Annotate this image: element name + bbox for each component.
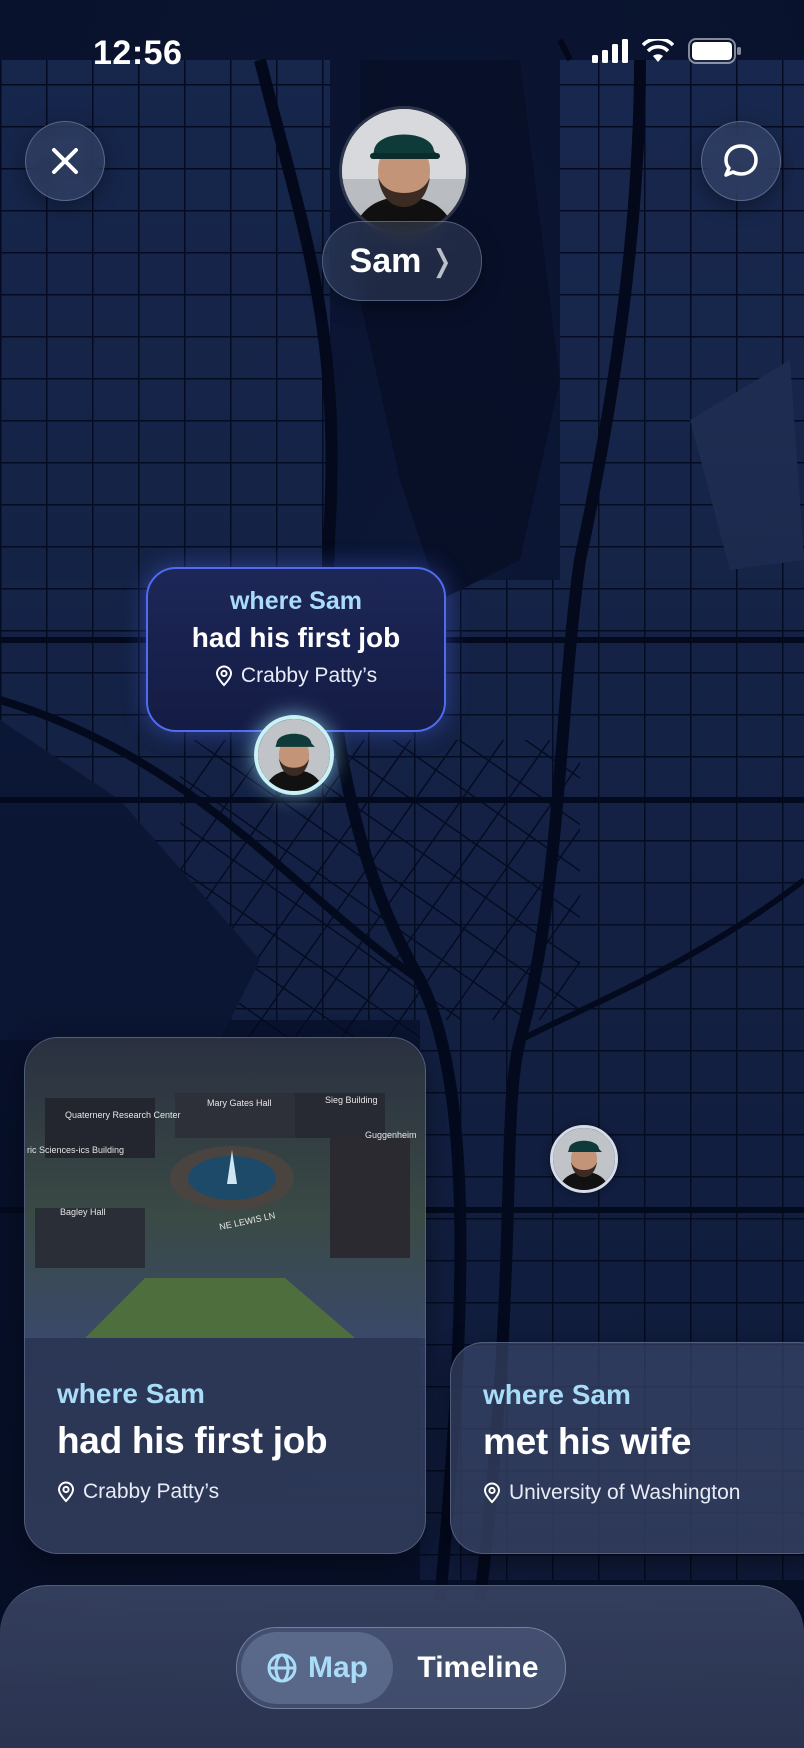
profile-name: Sam [349, 241, 422, 280]
map-pin-first-job[interactable] [254, 715, 334, 795]
view-switcher: Map Timeline [236, 1627, 566, 1709]
profile-name-button[interactable]: Sam ❭ [322, 221, 482, 301]
svg-text:Sieg Building: Sieg Building [325, 1095, 378, 1105]
svg-text:Guggenheim: Guggenheim [365, 1130, 417, 1140]
card-prefix: where Sam [483, 1379, 631, 1410]
card-text: where Sam had his first job Crabby Patty… [57, 1378, 328, 1504]
card-location-label: University of Washington [509, 1481, 741, 1504]
card-prefix: where Sam [57, 1378, 205, 1409]
map-screen: 12:56 Sam ❭ where Sam had his first job … [0, 0, 804, 1748]
status-time: 12:56 [93, 34, 183, 72]
card-title: met his wife [483, 1421, 692, 1462]
wifi-icon [642, 39, 674, 62]
svg-text:Mary Gates Hall: Mary Gates Hall [207, 1098, 272, 1108]
tab-timeline[interactable]: Timeline [403, 1632, 553, 1704]
callout-title: had his first job [191, 622, 401, 653]
status-icons [592, 38, 742, 64]
chat-button[interactable] [701, 121, 781, 201]
chevron-right-icon: ❭ [429, 244, 455, 278]
tab-map-label: Map [308, 1651, 368, 1684]
location-pin-icon [57, 1481, 75, 1503]
card-title: had his first job [57, 1420, 328, 1461]
card-image: Mary Gates Hall Sieg Building Quaternery… [25, 1038, 425, 1338]
close-button[interactable] [25, 121, 105, 201]
location-pin-icon [215, 665, 232, 687]
memory-card-first-job[interactable]: Mary Gates Hall Sieg Building Quaternery… [24, 1037, 426, 1554]
chat-bubble-icon [724, 144, 758, 177]
map-pin-met-wife[interactable] [550, 1125, 618, 1193]
svg-text:Quaternery Research Center: Quaternery Research Center [65, 1110, 181, 1120]
location-pin-icon [483, 1482, 501, 1504]
card-location: Crabby Patty’s [57, 1480, 327, 1504]
tab-timeline-label: Timeline [417, 1651, 539, 1684]
callout-location-label: Crabby Patty’s [240, 664, 378, 687]
memory-card-met-wife[interactable]: where Sam met his wife University of Was… [450, 1342, 804, 1554]
map-callout[interactable]: where Sam had his first job Crabby Patty… [146, 567, 446, 732]
globe-icon [267, 1653, 297, 1683]
signal-icon [592, 39, 628, 63]
callout-prefix: where Sam [229, 587, 362, 615]
card-text: where Sam met his wife University of Was… [483, 1379, 740, 1505]
card-location-label: Crabby Patty’s [83, 1480, 220, 1503]
close-icon [52, 148, 78, 174]
svg-text:Bagley Hall: Bagley Hall [60, 1207, 106, 1217]
card-location: University of Washington [483, 1481, 740, 1505]
battery-icon [688, 38, 741, 64]
callout-location: Crabby Patty’s [148, 664, 444, 688]
svg-text:ric Sciences-ics Building: ric Sciences-ics Building [27, 1145, 124, 1155]
profile-avatar[interactable] [339, 106, 469, 236]
tab-map[interactable]: Map [241, 1632, 393, 1704]
